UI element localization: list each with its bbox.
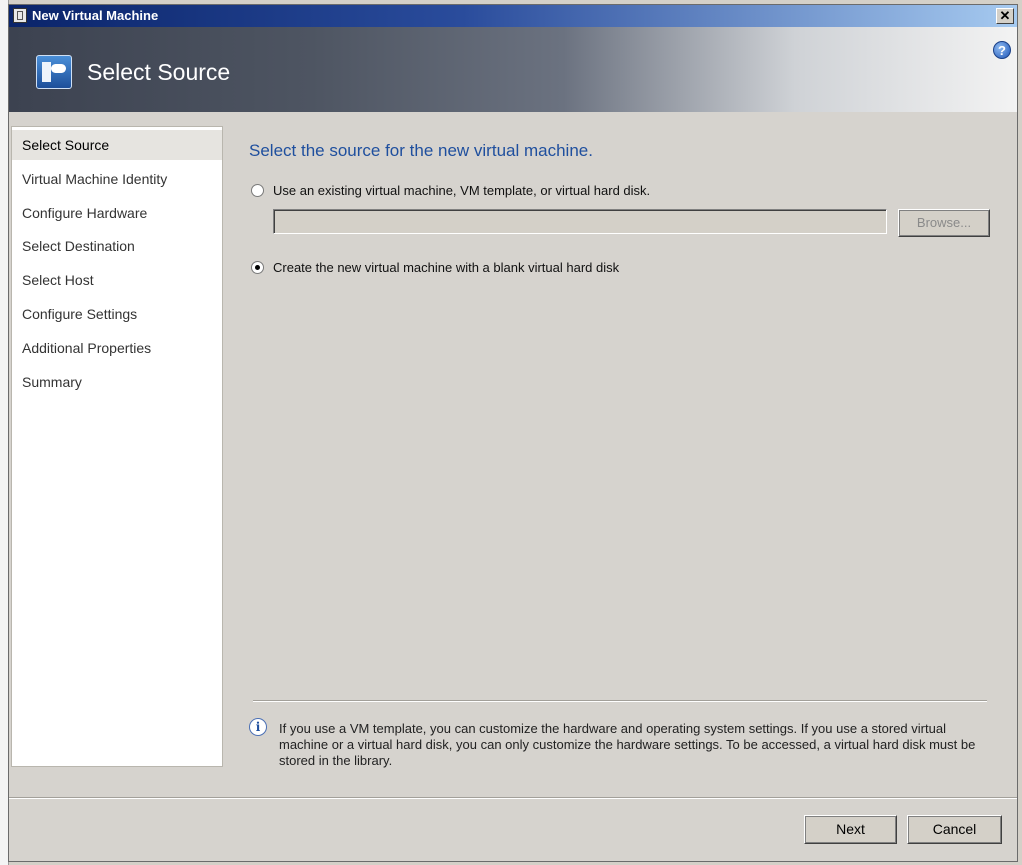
radio-use-existing[interactable] (251, 184, 264, 197)
title-bar[interactable]: New Virtual Machine ✕ (9, 5, 1017, 27)
next-button[interactable]: Next (804, 815, 897, 844)
radio-use-existing-label[interactable]: Use an existing virtual machine, VM temp… (273, 183, 650, 198)
info-icon: i (249, 718, 267, 736)
window-app-icon (13, 8, 27, 23)
nav-item-select-source[interactable]: Select Source (12, 130, 222, 160)
radio-create-blank[interactable] (251, 261, 264, 274)
nav-item-select-destination[interactable]: Select Destination (12, 231, 222, 261)
wizard-steps-panel: Select Source Virtual Machine Identity C… (11, 126, 223, 767)
nav-item-summary[interactable]: Summary (12, 367, 222, 397)
help-icon[interactable]: ? (993, 41, 1011, 59)
content-heading: Select the source for the new virtual ma… (249, 141, 593, 160)
nav-item-virtual-machine-identity[interactable]: Virtual Machine Identity (12, 164, 222, 194)
source-path-input[interactable] (273, 209, 887, 234)
nav-item-configure-settings[interactable]: Configure Settings (12, 299, 222, 329)
close-button[interactable]: ✕ (996, 8, 1014, 24)
browse-button[interactable]: Browse... (898, 209, 990, 237)
nav-item-configure-hardware[interactable]: Configure Hardware (12, 198, 222, 228)
page-title: Select Source (87, 59, 231, 85)
radio-create-blank-label[interactable]: Create the new virtual machine with a bl… (273, 260, 619, 275)
footer-divider (9, 797, 1017, 799)
info-message: If you use a VM template, you can custom… (279, 721, 976, 768)
virtual-machine-cloud-icon (36, 55, 72, 89)
nav-item-additional-properties[interactable]: Additional Properties (12, 333, 222, 363)
info-divider (253, 700, 987, 702)
window-title: New Virtual Machine (32, 8, 159, 23)
wizard-header: Select Source ? (9, 27, 1017, 112)
new-virtual-machine-dialog: New Virtual Machine ✕ Select Source ? Se… (8, 4, 1018, 862)
nav-item-select-host[interactable]: Select Host (12, 265, 222, 295)
cancel-button[interactable]: Cancel (907, 815, 1002, 844)
